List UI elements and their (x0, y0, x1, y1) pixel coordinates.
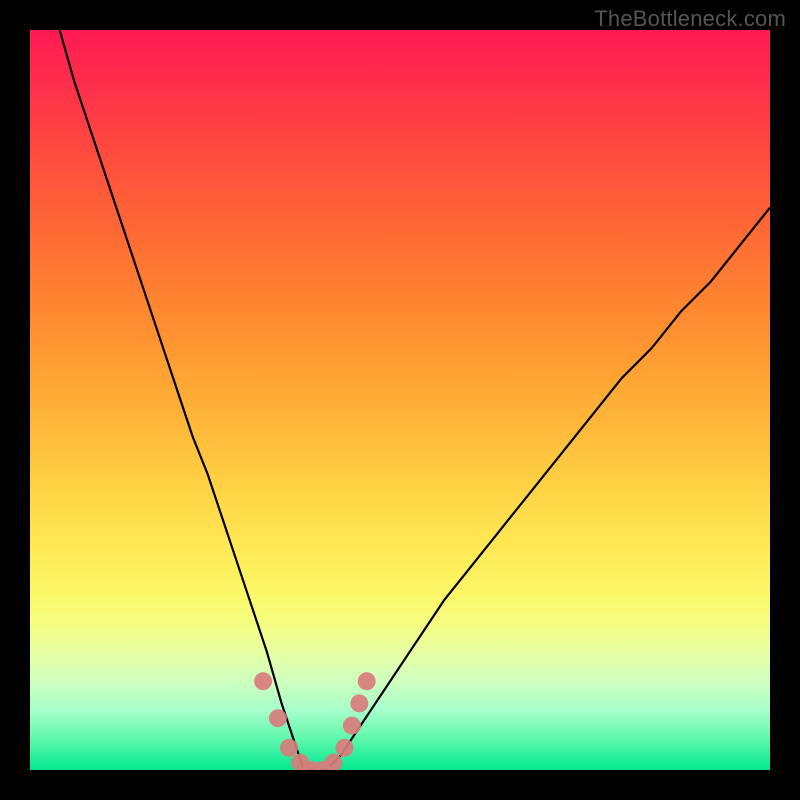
datapoint (343, 717, 361, 735)
watermark-text: TheBottleneck.com (594, 6, 786, 32)
datapoint (313, 761, 331, 770)
bottleneck-curve-svg (30, 30, 770, 770)
datapoint (280, 739, 298, 757)
datapoint (350, 694, 368, 712)
datapoint (336, 739, 354, 757)
datapoint (254, 672, 272, 690)
datapoint (302, 761, 320, 770)
datapoint (269, 709, 287, 727)
bottleneck-curve (60, 30, 770, 770)
chart-plot-area (30, 30, 770, 770)
datapoint-group (254, 672, 376, 770)
datapoint (291, 754, 309, 770)
datapoint (324, 754, 342, 770)
datapoint (358, 672, 376, 690)
